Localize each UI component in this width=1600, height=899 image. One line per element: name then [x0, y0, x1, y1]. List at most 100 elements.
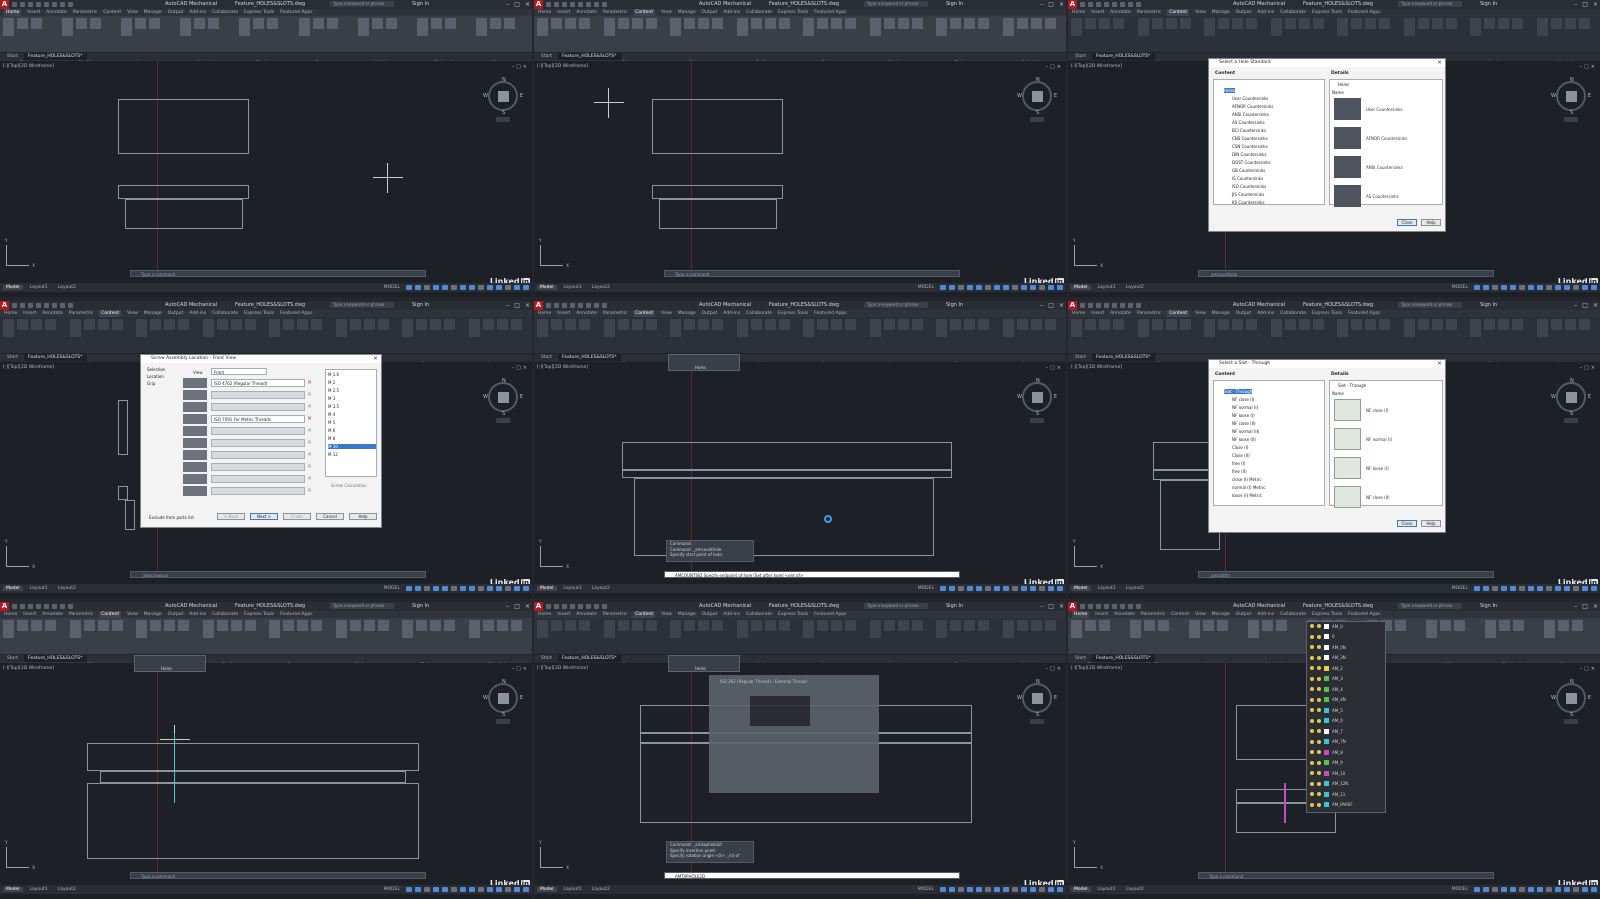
status-toggle-icon[interactable]: [1510, 887, 1516, 892]
quick-access-icon[interactable]: [562, 303, 567, 308]
ribbon-tool-icon[interactable]: [1403, 319, 1415, 337]
viewcube-face[interactable]: [1032, 693, 1043, 704]
ribbon-tab[interactable]: Add-ins: [189, 611, 206, 618]
ribbon-tool-icon[interactable]: [1498, 18, 1509, 29]
status-toggle-icon[interactable]: [496, 887, 502, 892]
part-field[interactable]: ISO 4762 (Regular Thread): [211, 379, 305, 387]
tree-item[interactable]: Close (I): [1232, 445, 1248, 450]
ribbon-tool-icon[interactable]: [349, 319, 361, 330]
maximize-icon[interactable]: □: [514, 603, 520, 610]
ribbon-tool-icon[interactable]: [1085, 319, 1096, 330]
ribbon-tab[interactable]: Featured Apps: [814, 611, 846, 618]
ribbon-tool-icon[interactable]: [1470, 319, 1481, 337]
viewport-controls[interactable]: –□×: [1580, 64, 1597, 70]
ribbon-tool-icon[interactable]: [1512, 319, 1523, 330]
remove-part-icon[interactable]: ×: [307, 415, 312, 422]
status-toggle-icon[interactable]: [1003, 285, 1009, 290]
status-toggle-icon[interactable]: [1021, 285, 1027, 290]
layer-row[interactable]: AM_6: [1307, 717, 1385, 725]
ribbon-tool-icon[interactable]: [750, 18, 762, 29]
file-tab[interactable]: Feature_HOLES&SLOTS*: [558, 53, 621, 60]
ribbon-tool-icon[interactable]: [1564, 18, 1576, 29]
tree-item[interactable]: Close (II): [1232, 453, 1250, 458]
ribbon-tool-icon[interactable]: [1298, 319, 1310, 330]
ribbon-tool-icon[interactable]: [950, 620, 961, 631]
tree-item[interactable]: free (I): [1232, 461, 1245, 466]
model-space-toggle[interactable]: MODEL: [381, 285, 403, 290]
ribbon-tool-icon[interactable]: [831, 620, 842, 631]
ribbon-tool-icon[interactable]: [1030, 319, 1042, 330]
ribbon-tool-icon[interactable]: [1189, 620, 1201, 638]
layer-row[interactable]: AM_4N: [1307, 696, 1385, 704]
ribbon-tool-icon[interactable]: [869, 18, 881, 36]
close-icon[interactable]: ×: [525, 302, 530, 309]
status-toggle-icon[interactable]: [1537, 586, 1543, 591]
ribbon-tab[interactable]: Content: [633, 9, 656, 16]
status-toggle-icon[interactable]: [1582, 887, 1588, 892]
viewcube-face[interactable]: [1566, 392, 1577, 403]
layout-tab[interactable]: Layout1: [1095, 887, 1119, 892]
ribbon-tool-icon[interactable]: [1550, 319, 1562, 330]
preview-thumbnail[interactable]: [1334, 399, 1361, 421]
ribbon-tool-icon[interactable]: [1217, 620, 1229, 631]
status-toggle-icon[interactable]: [1483, 887, 1489, 892]
ribbon-tool-icon[interactable]: [736, 620, 748, 638]
ribbon-tab[interactable]: Manage: [1212, 310, 1230, 317]
ribbon-tool-icon[interactable]: [845, 620, 856, 631]
ribbon-tool-icon[interactable]: [468, 319, 480, 337]
ribbon-tab[interactable]: Parametric: [603, 9, 627, 16]
status-toggle-icon[interactable]: [1573, 586, 1579, 591]
status-toggle-icon[interactable]: [949, 887, 955, 892]
ribbon-tool-icon[interactable]: [1365, 18, 1376, 29]
ribbon-tool-icon[interactable]: [1543, 620, 1555, 638]
ribbon-tab[interactable]: Express Tools: [244, 9, 274, 16]
layer-freeze-icon[interactable]: [1317, 792, 1321, 796]
ribbon-tool-icon[interactable]: [883, 18, 895, 29]
ribbon-tab[interactable]: Add-ins: [189, 310, 206, 317]
part-field[interactable]: [211, 439, 305, 447]
tree-item[interactable]: CSN Countersinks: [1232, 144, 1268, 149]
status-toggle-icon[interactable]: [1564, 887, 1570, 892]
layer-color-swatch[interactable]: [1324, 770, 1329, 776]
ribbon-tool-icon[interactable]: [1158, 620, 1170, 631]
viewcube[interactable]: N S E W: [483, 378, 523, 417]
ribbon-tab[interactable]: Express Tools: [778, 9, 808, 16]
ribbon-tool-icon[interactable]: [1337, 319, 1348, 337]
ribbon-tool-icon[interactable]: [430, 319, 441, 330]
ribbon-tool-icon[interactable]: [1417, 319, 1429, 330]
ribbon-tab[interactable]: Express Tools: [778, 310, 808, 317]
layout-tab[interactable]: Layout2: [589, 285, 613, 290]
layer-row[interactable]: AM_PAREF: [1307, 801, 1385, 809]
autocad-logo-icon[interactable]: A: [1068, 0, 1077, 9]
part-field[interactable]: [211, 451, 305, 459]
ribbon-tool-icon[interactable]: [402, 620, 413, 638]
minimize-icon[interactable]: –: [1040, 1, 1043, 8]
ribbon-tool-icon[interactable]: [1044, 18, 1056, 29]
ribbon-tab[interactable]: Insert: [1091, 310, 1104, 317]
ribbon-tool-icon[interactable]: [482, 620, 494, 631]
file-tab[interactable]: Start: [1071, 655, 1090, 662]
ribbon-tab[interactable]: Insert: [557, 9, 570, 16]
ribbon-tool-icon[interactable]: [1044, 620, 1056, 631]
ribbon-tab[interactable]: Add-ins: [1257, 310, 1274, 317]
model-space-toggle[interactable]: MODEL: [381, 887, 403, 892]
ribbon-tool-icon[interactable]: [869, 620, 881, 638]
ribbon-tool-icon[interactable]: [911, 620, 923, 631]
status-toggle-icon[interactable]: [985, 586, 991, 591]
status-toggle-icon[interactable]: [514, 887, 520, 892]
layer-row[interactable]: AM_3: [1307, 675, 1385, 683]
layout-tab[interactable]: Model: [3, 285, 23, 290]
layer-color-swatch[interactable]: [1324, 739, 1329, 744]
help-button[interactable]: Help: [1421, 520, 1441, 527]
status-toggle-icon[interactable]: [514, 586, 520, 591]
size-list[interactable]: M 1.6 M 2 M 2.5 M 3 M 3.5 M 4 M 5 M 6 M 8 M 10 M 1…: [325, 369, 377, 477]
ribbon-tool-icon[interactable]: [750, 620, 762, 631]
ribbon-tool-icon[interactable]: [736, 319, 748, 337]
file-tab[interactable]: Start: [537, 53, 556, 60]
ribbon-tool-icon[interactable]: [1085, 620, 1096, 631]
layer-row[interactable]: AM_2: [1307, 664, 1385, 672]
status-toggle-icon[interactable]: [505, 887, 511, 892]
layout-tab[interactable]: Layout2: [55, 887, 79, 892]
ribbon-tool-icon[interactable]: [1417, 18, 1429, 29]
status-toggle-icon[interactable]: [958, 285, 964, 290]
